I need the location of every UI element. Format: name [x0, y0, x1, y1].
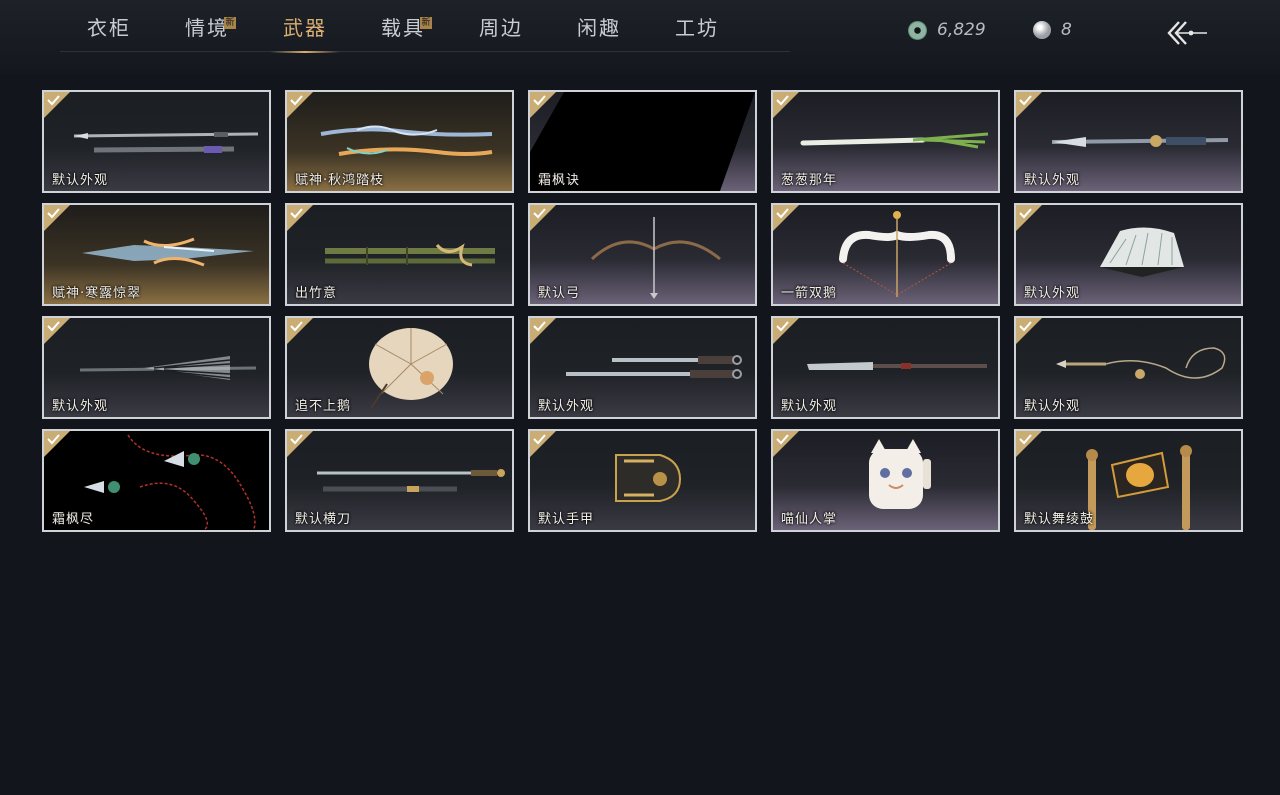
- weapon-name: 赋神·寒露惊翠: [52, 286, 142, 301]
- owned-check-icon: [44, 205, 70, 231]
- weapon-name: 赋神·秋鸿踏枝: [295, 173, 385, 188]
- weapon-name: 追不上鹅: [295, 399, 352, 414]
- weapon-card[interactable]: 默认外观: [1014, 90, 1243, 193]
- category-tabs: 衣柜 情境新 武器 载具新 周边 闲趣 工坊: [60, 0, 790, 53]
- weapon-card[interactable]: 出竹意: [285, 203, 514, 306]
- owned-check-icon: [530, 205, 556, 231]
- weapon-grid: 默认外观 赋神·秋鸿踏枝 霜枫诀 葱葱那年 默认外观 赋神·寒露惊翠 出竹意 默…: [42, 90, 1243, 532]
- pearl-amount: 8: [1061, 20, 1072, 40]
- weapon-card[interactable]: 默认外观: [1014, 316, 1243, 419]
- back-arrow-icon: [1167, 21, 1207, 45]
- weapon-card[interactable]: 默认舞绫鼓: [1014, 429, 1243, 532]
- owned-check-icon: [44, 431, 70, 457]
- owned-check-icon: [287, 92, 313, 118]
- owned-check-icon: [530, 92, 556, 118]
- weapon-name: 默认外观: [538, 399, 595, 414]
- weapon-name: 默认横刀: [295, 512, 352, 527]
- jade-currency: 6,829: [908, 20, 986, 40]
- weapon-name: 默认外观: [1024, 286, 1081, 301]
- tab-wardrobe[interactable]: 衣柜: [60, 0, 158, 52]
- weapon-card[interactable]: 一箭双鹅: [771, 203, 1000, 306]
- owned-check-icon: [773, 318, 799, 344]
- new-badge: 新: [224, 16, 236, 29]
- weapon-name: 霜枫诀: [538, 173, 581, 188]
- owned-check-icon: [1016, 318, 1042, 344]
- tab-vehicles[interactable]: 载具新: [354, 0, 452, 52]
- tab-accessories[interactable]: 周边: [452, 0, 550, 52]
- tab-weapons[interactable]: 武器: [256, 0, 354, 53]
- weapon-card[interactable]: 霜枫诀: [528, 90, 757, 193]
- weapon-card[interactable]: 葱葱那年: [771, 90, 1000, 193]
- weapon-card[interactable]: 赋神·秋鸿踏枝: [285, 90, 514, 193]
- owned-check-icon: [1016, 431, 1042, 457]
- weapon-name: 默认外观: [781, 399, 838, 414]
- weapon-name: 默认外观: [1024, 399, 1081, 414]
- weapon-card[interactable]: 默认外观: [528, 316, 757, 419]
- pearl-icon: [1033, 21, 1051, 39]
- weapon-card[interactable]: 默认横刀: [285, 429, 514, 532]
- owned-check-icon: [287, 205, 313, 231]
- owned-check-icon: [44, 92, 70, 118]
- weapon-card[interactable]: 喵仙人掌: [771, 429, 1000, 532]
- weapon-name: 默认外观: [52, 399, 109, 414]
- weapon-name: 默认外观: [1024, 173, 1081, 188]
- owned-check-icon: [287, 318, 313, 344]
- weapon-card[interactable]: 默认弓: [528, 203, 757, 306]
- weapon-name: 出竹意: [295, 286, 338, 301]
- weapon-card[interactable]: 默认外观: [42, 316, 271, 419]
- weapon-name: 默认外观: [52, 173, 109, 188]
- weapon-name: 葱葱那年: [781, 173, 838, 188]
- owned-check-icon: [773, 92, 799, 118]
- pearl-currency: 8: [1033, 20, 1072, 40]
- weapon-name: 默认手甲: [538, 512, 595, 527]
- weapon-card[interactable]: 赋神·寒露惊翠: [42, 203, 271, 306]
- weapon-card[interactable]: 默认外观: [1014, 203, 1243, 306]
- weapon-card[interactable]: 追不上鹅: [285, 316, 514, 419]
- weapon-name: 默认弓: [538, 286, 581, 301]
- weapon-name: 霜枫尽: [52, 512, 95, 527]
- tab-workshop[interactable]: 工坊: [648, 0, 746, 52]
- owned-check-icon: [1016, 205, 1042, 231]
- weapon-card[interactable]: 霜枫尽: [42, 429, 271, 532]
- owned-check-icon: [530, 318, 556, 344]
- owned-check-icon: [773, 205, 799, 231]
- weapon-card[interactable]: 默认手甲: [528, 429, 757, 532]
- owned-check-icon: [530, 431, 556, 457]
- new-badge: 新: [420, 16, 432, 29]
- owned-check-icon: [44, 318, 70, 344]
- top-bar: 衣柜 情境新 武器 载具新 周边 闲趣 工坊 6,829 8: [0, 0, 1280, 74]
- tab-scenario[interactable]: 情境新: [158, 0, 256, 52]
- jade-coin-icon: [908, 20, 927, 40]
- jade-amount: 6,829: [937, 20, 986, 40]
- owned-check-icon: [773, 431, 799, 457]
- weapon-card[interactable]: 默认外观: [42, 90, 271, 193]
- owned-check-icon: [1016, 92, 1042, 118]
- weapon-name: 喵仙人掌: [781, 512, 838, 527]
- tab-leisure[interactable]: 闲趣: [550, 0, 648, 52]
- weapon-name: 默认舞绫鼓: [1024, 512, 1095, 527]
- back-button[interactable]: [1163, 16, 1211, 52]
- owned-check-icon: [287, 431, 313, 457]
- weapon-card[interactable]: 默认外观: [771, 316, 1000, 419]
- weapon-name: 一箭双鹅: [781, 286, 838, 301]
